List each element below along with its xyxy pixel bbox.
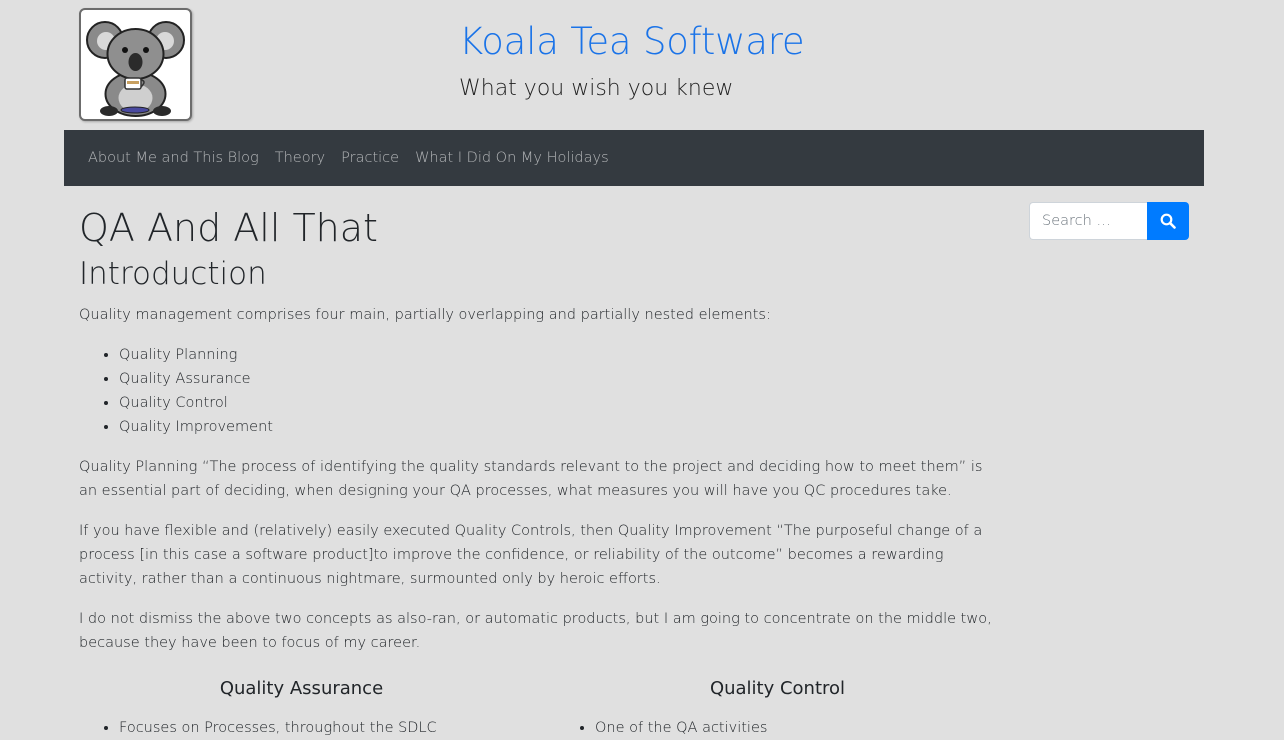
paragraph-quality-planning: Quality Planning “The process of identif… (79, 459, 983, 499)
nav-item-holidays[interactable]: What I Did On My Holidays (407, 150, 617, 166)
intro-paragraph: Quality management comprises four main, … (79, 307, 771, 323)
column-quality-assurance: Quality Assurance Focuses on Processes, … (79, 674, 524, 740)
qa-list: Focuses on Processes, throughout the SDL… (79, 716, 524, 740)
nav-item-about[interactable]: About Me and This Blog (80, 150, 267, 166)
site-logo[interactable] (79, 8, 192, 121)
paragraph-focus: I do not dismiss the above two concepts … (79, 611, 992, 651)
list-item: Quality Improvement (119, 415, 1004, 439)
section-heading: Introduction (79, 256, 267, 292)
column-quality-control: Quality Control One of the QA activities (555, 674, 1000, 740)
search-icon (1160, 213, 1176, 229)
search-button[interactable] (1147, 202, 1189, 240)
quality-elements-list: Quality Planning Quality Assurance Quali… (79, 343, 1004, 439)
nav-item-theory[interactable]: Theory (267, 150, 333, 166)
list-item: Quality Control (119, 391, 1004, 415)
column-heading-qa: Quality Assurance (219, 678, 384, 699)
search-input[interactable] (1029, 202, 1147, 240)
list-item: Quality Assurance (119, 367, 1004, 391)
koala-logo-icon (86, 21, 185, 117)
site-title[interactable]: Koala Tea Software (459, 20, 805, 63)
list-item: Focuses on Processes, throughout the SDL… (119, 716, 524, 740)
paragraph-quality-improvement: If you have flexible and (relatively) ea… (79, 523, 983, 587)
qc-list: One of the QA activities (555, 716, 1000, 740)
search-form (1029, 202, 1189, 240)
main-navbar: About Me and This Blog Theory Practice W… (64, 130, 1204, 186)
page-title: QA And All That (79, 206, 378, 250)
site-tagline: What you wish you knew (459, 76, 734, 101)
article-content: QA And All That Introduction Quality man… (79, 200, 1004, 671)
nav-item-practice[interactable]: Practice (333, 150, 407, 166)
list-item: One of the QA activities (595, 716, 1000, 740)
list-item: Quality Planning (119, 343, 1004, 367)
column-heading-qc: Quality Control (709, 678, 846, 699)
